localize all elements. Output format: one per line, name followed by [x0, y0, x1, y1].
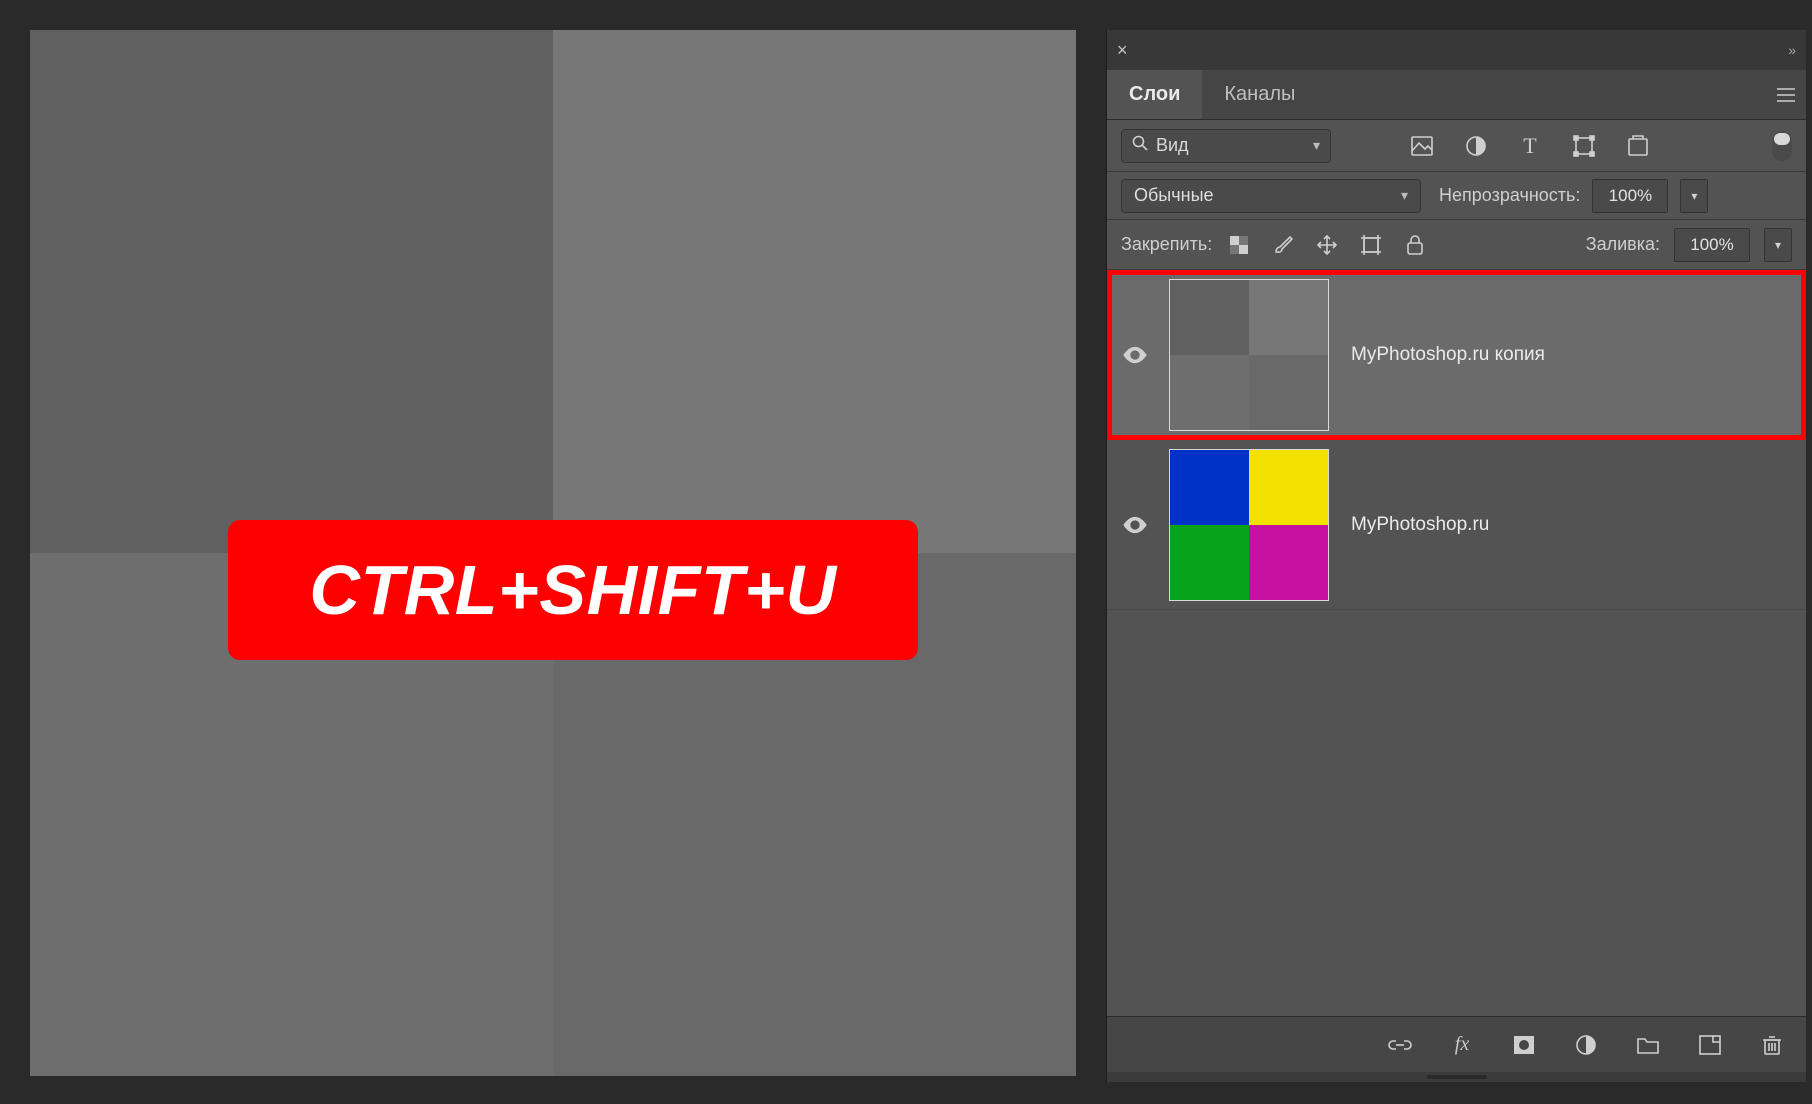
group-icon[interactable] — [1634, 1031, 1662, 1059]
trash-icon[interactable] — [1758, 1031, 1786, 1059]
lock-artboard-icon[interactable] — [1358, 232, 1384, 258]
adjustment-icon[interactable] — [1463, 133, 1489, 159]
shortcut-overlay: CTRL+SHIFT+U — [228, 520, 918, 660]
blend-row: Обычные ▾ Непрозрачность: 100% ▾ — [1107, 172, 1806, 220]
layer-name[interactable]: MyPhotoshop.ru копия — [1351, 344, 1545, 366]
lock-row: Закрепить: Заливка: 100% ▾ — [1107, 220, 1806, 270]
grip-icon — [1427, 1075, 1487, 1079]
filter-type-label: Вид — [1156, 135, 1189, 156]
adjustment-layer-icon[interactable] — [1572, 1031, 1600, 1059]
app-root: CTRL+SHIFT+U × » Слои Каналы В — [0, 0, 1812, 1104]
blend-mode-label: Обычные — [1134, 185, 1214, 206]
image-icon[interactable] — [1409, 133, 1435, 159]
new-layer-icon[interactable] — [1696, 1031, 1724, 1059]
collapse-icon[interactable]: » — [1770, 42, 1796, 58]
opacity-stepper[interactable]: ▾ — [1680, 179, 1708, 213]
tab-channels[interactable]: Каналы — [1202, 70, 1317, 119]
blend-mode-select[interactable]: Обычные ▾ — [1121, 179, 1421, 213]
panel-bottom-bar: fx — [1107, 1016, 1806, 1072]
chevron-down-icon: ▾ — [1313, 137, 1320, 154]
fill-stepper[interactable]: ▾ — [1764, 228, 1792, 262]
mask-icon[interactable] — [1510, 1031, 1538, 1059]
fill-value[interactable]: 100% — [1674, 228, 1750, 262]
lock-move-icon[interactable] — [1314, 232, 1340, 258]
layer-thumbnail[interactable] — [1169, 449, 1329, 601]
layer-row[interactable]: MyPhotoshop.ru копия — [1107, 270, 1806, 440]
opacity-label: Непрозрачность: — [1439, 185, 1580, 206]
filter-icons: T — [1409, 133, 1651, 159]
link-icon[interactable] — [1386, 1031, 1414, 1059]
shape-icon[interactable] — [1571, 133, 1597, 159]
lock-all-icon[interactable] — [1402, 232, 1428, 258]
panel-menu-icon[interactable] — [1766, 70, 1806, 119]
layer-filter-row: Вид ▾ T — [1107, 120, 1806, 172]
visibility-toggle[interactable] — [1107, 270, 1163, 439]
visibility-toggle[interactable] — [1107, 440, 1163, 609]
layer-thumbnail[interactable] — [1169, 279, 1329, 431]
filter-type-select[interactable]: Вид ▾ — [1121, 129, 1331, 163]
layers-panel: × » Слои Каналы Вид ▾ — [1106, 30, 1806, 1082]
layer-row[interactable]: MyPhotoshop.ru — [1107, 440, 1806, 610]
layer-name[interactable]: MyPhotoshop.ru — [1351, 514, 1489, 536]
lock-brush-icon[interactable] — [1270, 232, 1296, 258]
panel-tabs: Слои Каналы — [1107, 70, 1806, 120]
smartobject-icon[interactable] — [1625, 133, 1651, 159]
document-canvas[interactable]: CTRL+SHIFT+U — [30, 30, 1076, 1076]
search-icon — [1132, 135, 1148, 156]
fx-icon[interactable]: fx — [1448, 1031, 1476, 1059]
filter-toggle[interactable] — [1772, 131, 1792, 161]
canvas-quadrant — [30, 30, 553, 553]
panel-resize-grip[interactable] — [1107, 1072, 1806, 1082]
lock-icons — [1226, 232, 1428, 258]
close-icon[interactable]: × — [1117, 40, 1139, 61]
opacity-value[interactable]: 100% — [1592, 179, 1668, 213]
fill-label: Заливка: — [1586, 234, 1660, 255]
canvas-quadrant — [553, 30, 1076, 553]
lock-pixels-icon[interactable] — [1226, 232, 1252, 258]
tab-layers[interactable]: Слои — [1107, 70, 1202, 119]
lock-label: Закрепить: — [1121, 234, 1212, 255]
chevron-down-icon: ▾ — [1401, 187, 1408, 204]
panel-titlebar: × » — [1107, 30, 1806, 70]
layer-list: MyPhotoshop.ru копия MyPhotoshop.ru — [1107, 270, 1806, 1016]
type-icon[interactable]: T — [1517, 133, 1543, 159]
